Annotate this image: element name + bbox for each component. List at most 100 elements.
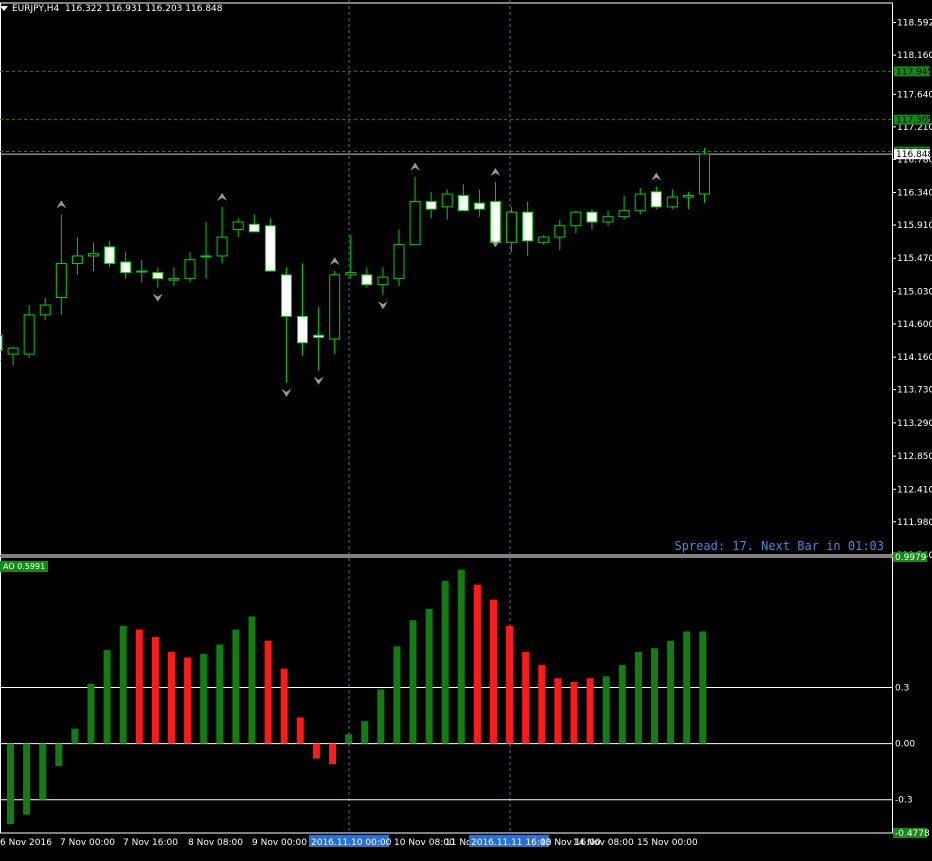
ao-bar[interactable] (103, 650, 111, 744)
candle-body[interactable] (313, 334, 325, 339)
candle-body[interactable] (377, 276, 389, 286)
candle-body[interactable] (409, 201, 421, 246)
ao-bar[interactable] (393, 646, 401, 744)
candle-body[interactable] (538, 236, 550, 243)
ao-bar[interactable] (651, 648, 658, 744)
ao-tick-label: -0.3 (895, 796, 913, 806)
ao-bar[interactable] (39, 743, 47, 800)
candle-body[interactable] (602, 216, 614, 223)
ao-bar[interactable] (457, 569, 465, 744)
ao-bar[interactable] (361, 721, 369, 744)
ao-bar[interactable] (425, 608, 433, 744)
candle-body[interactable] (393, 244, 405, 280)
ao-bar[interactable] (506, 625, 514, 744)
ao-bar[interactable] (87, 683, 95, 744)
ao-bar[interactable] (473, 584, 481, 744)
fractal-down-icon (281, 388, 292, 397)
ao-bar[interactable] (168, 651, 175, 744)
ao-bar[interactable] (329, 743, 336, 765)
candle-body[interactable] (473, 202, 485, 210)
ao-bar[interactable] (23, 743, 31, 815)
price-tick-label: 113.290 (897, 419, 932, 429)
candle-body[interactable] (216, 236, 228, 257)
ao-bar[interactable] (135, 629, 143, 744)
price-level-label: 117.945 (896, 67, 932, 77)
candle-body[interactable] (248, 223, 260, 233)
ao-bar[interactable] (119, 625, 127, 744)
ao-bar[interactable] (570, 681, 578, 744)
dropdown-icon[interactable] (0, 6, 8, 11)
ao-bar[interactable] (184, 657, 192, 744)
candle-body[interactable] (168, 278, 180, 281)
candle-body[interactable] (87, 253, 99, 257)
candle-body[interactable] (7, 347, 19, 355)
candle-body[interactable] (650, 191, 662, 208)
candle-body[interactable] (136, 270, 148, 273)
ao-bar[interactable] (232, 629, 240, 744)
candle-body[interactable] (200, 255, 212, 258)
ao-bar[interactable] (441, 580, 449, 744)
candle-body[interactable] (441, 193, 453, 208)
ao-bar[interactable] (554, 678, 562, 744)
ao-bar[interactable] (71, 728, 79, 744)
candle-body[interactable] (23, 314, 35, 355)
candle-body[interactable] (682, 195, 694, 198)
ao-bar[interactable] (248, 616, 256, 744)
price-level-label: 116.848 (896, 150, 932, 160)
candle-body[interactable] (264, 225, 276, 272)
ao-bar[interactable] (667, 640, 675, 744)
candle-body[interactable] (297, 315, 309, 344)
ao-bar[interactable] (345, 734, 353, 744)
ao-bar[interactable] (7, 743, 14, 825)
candle-body[interactable] (71, 255, 83, 265)
candle-body[interactable] (634, 193, 646, 212)
ao-bar[interactable] (296, 717, 304, 744)
candle-body[interactable] (506, 211, 518, 243)
candle-body[interactable] (425, 201, 437, 210)
ao-bar[interactable] (312, 743, 320, 759)
candle-body[interactable] (120, 261, 132, 274)
candle-body[interactable] (522, 211, 534, 242)
ao-bar[interactable] (264, 640, 272, 744)
ao-bar[interactable] (586, 678, 594, 744)
candle-body[interactable] (39, 304, 51, 316)
ao-bar[interactable] (280, 668, 288, 744)
candle-body[interactable] (457, 195, 469, 212)
ao-bar[interactable] (55, 743, 63, 767)
candle-body[interactable] (55, 263, 67, 299)
candle-body[interactable] (280, 274, 292, 317)
candle-body[interactable] (232, 221, 244, 231)
ao-bar[interactable] (522, 651, 530, 744)
symbol-close: 116.848 (185, 4, 223, 14)
time-label: 14 Nov 08:00 (573, 838, 634, 848)
ao-bar[interactable] (602, 676, 610, 744)
time-label: 15 Nov 00:00 (637, 838, 698, 848)
ao-bar[interactable] (538, 665, 546, 744)
candle-body[interactable] (104, 246, 116, 265)
candle-body[interactable] (570, 211, 582, 227)
ao-bar[interactable] (151, 637, 159, 744)
candle-body[interactable] (0, 334, 3, 351)
ao-bar[interactable] (200, 653, 208, 744)
ao-bar[interactable] (490, 599, 497, 744)
candle-body[interactable] (361, 274, 373, 286)
price-chart-svg[interactable]: 118.592118.160117.640117.210116.780116.3… (0, 0, 932, 857)
candle-body[interactable] (586, 211, 598, 223)
candle-body[interactable] (345, 272, 357, 276)
ao-bar[interactable] (409, 620, 417, 744)
ao-bar[interactable] (377, 689, 385, 744)
ao-bar[interactable] (618, 665, 626, 744)
candle-body[interactable] (618, 210, 630, 218)
chart-area[interactable]: 118.592 118.160 117.640 117.210 116.780 116.3… (0, 0, 932, 857)
candle-body[interactable] (329, 274, 341, 340)
candle-body[interactable] (489, 201, 501, 243)
candle-body[interactable] (152, 272, 164, 280)
ao-bar[interactable] (634, 651, 642, 744)
candle-body[interactable] (699, 153, 711, 195)
candle-body[interactable] (666, 196, 678, 208)
ao-bar[interactable] (699, 631, 707, 744)
candle-body[interactable] (184, 259, 196, 280)
ao-bar[interactable] (216, 644, 224, 744)
ao-bar[interactable] (683, 631, 691, 744)
candle-body[interactable] (554, 225, 566, 238)
